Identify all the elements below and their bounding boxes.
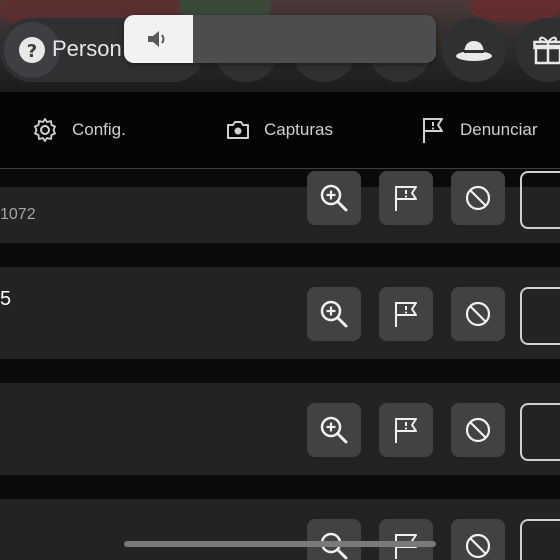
inspect-button[interactable] <box>307 519 361 560</box>
more-button[interactable] <box>520 519 560 560</box>
gift-icon <box>533 35 560 65</box>
block-icon <box>465 417 491 443</box>
svg-text:?: ? <box>27 41 37 62</box>
volume-level <box>124 15 193 63</box>
gear-icon <box>32 117 58 143</box>
volume-slider[interactable] <box>124 15 436 63</box>
block-button[interactable] <box>451 171 505 225</box>
report-flag-icon <box>395 418 417 443</box>
report-button[interactable] <box>379 403 433 457</box>
report-button[interactable] <box>379 519 433 560</box>
config-label: Config. <box>72 120 126 139</box>
home-indicator[interactable] <box>124 541 436 547</box>
report-flag-icon <box>395 302 417 327</box>
inspect-zoom-icon <box>320 300 348 328</box>
block-icon <box>465 533 491 559</box>
player-row[interactable]: 5 <box>0 267 560 359</box>
speaker-icon <box>146 29 170 49</box>
capturas-button[interactable]: Capturas <box>226 92 333 168</box>
report-button[interactable] <box>379 171 433 225</box>
block-icon <box>465 185 491 211</box>
more-button[interactable] <box>520 171 560 229</box>
inspect-zoom-icon <box>320 416 348 444</box>
inspect-zoom-icon <box>320 184 348 212</box>
report-flag-icon <box>395 186 417 211</box>
avatar-label: Person <box>52 36 122 61</box>
flag-icon <box>420 116 446 144</box>
capturas-label: Capturas <box>264 120 333 139</box>
player-list: 1072 5 <box>0 169 560 560</box>
inspect-button[interactable] <box>307 287 361 341</box>
block-button[interactable] <box>451 287 505 341</box>
block-button[interactable] <box>451 403 505 457</box>
top-hud: ? Person <box>0 0 560 92</box>
block-icon <box>465 301 491 327</box>
report-button[interactable] <box>379 287 433 341</box>
hat-button[interactable] <box>442 18 506 82</box>
block-button[interactable] <box>451 519 505 560</box>
denunciar-label: Denunciar <box>460 120 538 139</box>
inspect-button[interactable] <box>307 171 361 225</box>
player-display-name: 5 <box>0 288 12 310</box>
player-row[interactable] <box>0 499 560 560</box>
camera-icon <box>226 119 250 141</box>
player-row[interactable] <box>0 383 560 475</box>
denunciar-button[interactable]: Denunciar <box>420 92 538 168</box>
inspect-button[interactable] <box>307 403 361 457</box>
hat-icon <box>455 37 493 63</box>
player-menu-tabs: Config. Capturas Denunciar <box>0 92 560 169</box>
gift-button[interactable] <box>516 18 560 82</box>
more-button[interactable] <box>520 403 560 461</box>
player-username: 1072 <box>0 206 36 223</box>
player-row[interactable]: 1072 <box>0 171 560 243</box>
more-button[interactable] <box>520 287 560 345</box>
config-button[interactable]: Config. <box>32 92 126 168</box>
